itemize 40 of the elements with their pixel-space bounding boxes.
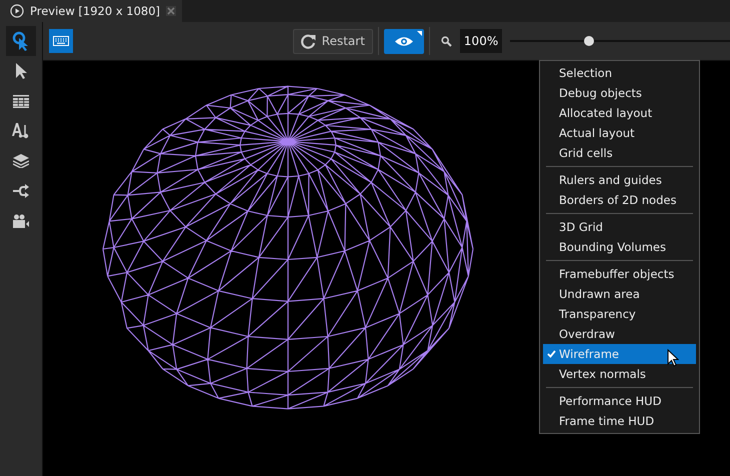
arrow-pointer-icon	[15, 63, 27, 79]
mouse-cursor-icon	[667, 349, 679, 367]
visibility-toggle-button[interactable]	[384, 28, 424, 54]
text-node-icon	[12, 122, 30, 140]
eye-icon	[394, 36, 413, 46]
keyboard-icon	[53, 36, 69, 46]
menu-item[interactable]: Framebuffer objects	[543, 264, 696, 284]
video-camera-icon	[13, 214, 29, 228]
menu-item[interactable]: Vertex normals	[543, 364, 696, 384]
keyboard-button[interactable]	[49, 29, 73, 53]
slider-thumb[interactable]	[584, 36, 594, 46]
refresh-icon	[300, 34, 316, 48]
tab-title: Preview [1920 x 1080]	[30, 4, 160, 18]
pick-tool-button[interactable]	[6, 26, 36, 56]
menu-item[interactable]: Selection	[543, 63, 696, 83]
menu-item[interactable]: Undrawn area	[543, 284, 696, 304]
search-icon	[440, 36, 452, 46]
menu-item[interactable]: Debug objects	[543, 83, 696, 103]
layers-icon	[13, 154, 29, 168]
close-icon[interactable]	[166, 6, 176, 16]
connector-icon	[13, 184, 29, 198]
dropdown-corner-icon	[416, 30, 422, 36]
pointer-target-icon	[12, 31, 30, 51]
menu-item[interactable]: Wireframe	[543, 344, 696, 364]
menu-item[interactable]: 3D Grid	[543, 217, 696, 237]
menu-item[interactable]: Bounding Volumes	[543, 237, 696, 257]
preview-tab[interactable]: Preview [1920 x 1080]	[0, 0, 182, 22]
menu-item[interactable]: Actual layout	[543, 123, 696, 143]
menu-item[interactable]: Allocated layout	[543, 103, 696, 123]
menu-item[interactable]: Borders of 2D nodes	[543, 190, 696, 210]
zoom-value-field[interactable]: 100%	[460, 29, 502, 53]
menu-item[interactable]: Frame time HUD	[543, 411, 696, 431]
play-circle-icon	[10, 4, 24, 18]
menu-item[interactable]: Rulers and guides	[543, 170, 696, 190]
restart-button[interactable]: Restart	[292, 28, 373, 54]
menu-item[interactable]: Overdraw	[543, 324, 696, 344]
menu-item[interactable]: Performance HUD	[543, 391, 696, 411]
table-icon	[13, 94, 29, 108]
menu-item[interactable]: Transparency	[543, 304, 696, 324]
menu-item[interactable]: Grid cells	[543, 143, 696, 163]
